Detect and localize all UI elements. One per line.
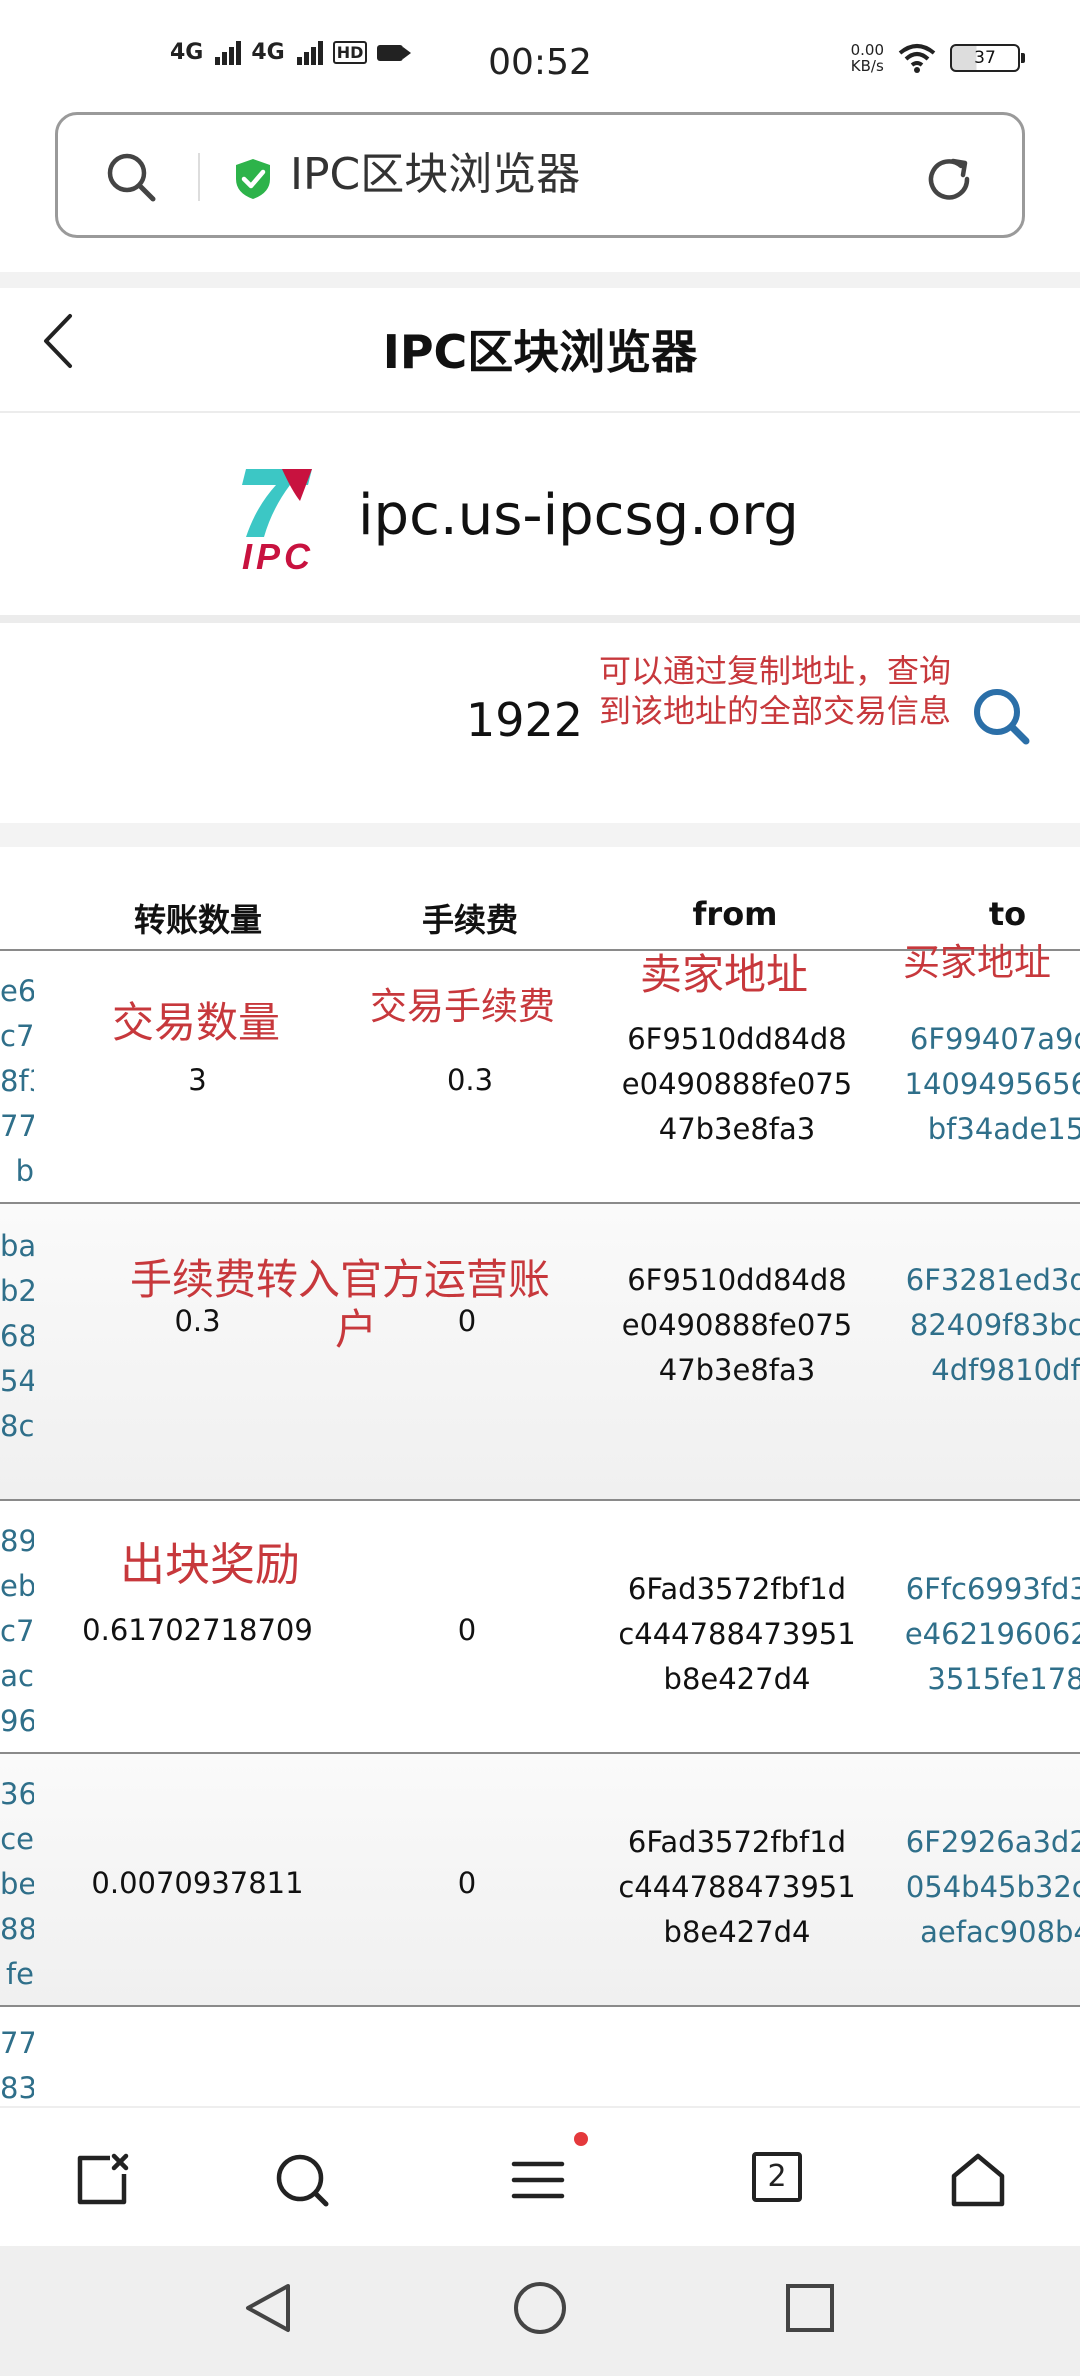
tx-hash[interactable]: 77 83 bbox=[0, 2021, 34, 2111]
url-divider bbox=[198, 153, 200, 201]
status-bar: 4G 4G HD 00:52 0.00 KB/s 37 bbox=[0, 0, 1080, 110]
to-address[interactable]: 6F2926a3d2b 054b45b32c0 aefac908b4 bbox=[886, 1820, 1080, 1955]
annotation-fee-official-2: 户 bbox=[335, 1305, 378, 1354]
from-address[interactable]: 6Fad3572fbf1d c444788473951 b8e427d4 bbox=[617, 1820, 857, 1955]
nav-home-icon[interactable] bbox=[510, 2278, 570, 2338]
search-icon[interactable] bbox=[103, 149, 159, 205]
annotation-search-note: 可以通过复制地址，查询到该地址的全部交易信息 bbox=[598, 652, 951, 730]
amount-cell: 0.0070937811 bbox=[91, 1866, 304, 1900]
nav-back-icon[interactable] bbox=[238, 2278, 298, 2338]
search-icon[interactable] bbox=[272, 2150, 332, 2210]
url-bar[interactable]: IPC区块浏览器 bbox=[55, 112, 1025, 238]
separator bbox=[0, 615, 1080, 623]
table-row[interactable]: 36 ce bef 88 fe 0.0070937811 0 6Fad3572f… bbox=[0, 1754, 1080, 2007]
page-header: IPC区块浏览器 bbox=[0, 288, 1080, 413]
shield-check-icon bbox=[236, 159, 270, 199]
tab-count-button[interactable]: 2 bbox=[752, 2152, 802, 2202]
annotation-seller: 卖家地址 bbox=[640, 950, 809, 999]
logo-band: IPC ipc.us-ipcsg.org bbox=[0, 413, 1080, 615]
annotation-amount: 交易数量 bbox=[112, 998, 281, 1047]
page-title: IPC区块浏览器 bbox=[382, 325, 698, 379]
search-band: 1922 可以通过复制地址，查询到该地址的全部交易信息 bbox=[0, 623, 1080, 823]
menu-icon[interactable] bbox=[508, 2150, 568, 2210]
wifi-icon bbox=[898, 44, 936, 73]
search-icon[interactable] bbox=[970, 685, 1032, 747]
system-nav-bar bbox=[0, 2246, 1080, 2376]
network-speed: 0.00 KB/s bbox=[851, 42, 884, 74]
annotation-block-reward: 出块奖励 bbox=[120, 1538, 301, 1591]
column-header-to: to bbox=[988, 895, 1027, 933]
to-address[interactable]: 6F99407a9df 14094956568 bf34ade15 bbox=[886, 1017, 1080, 1152]
speed-unit: KB/s bbox=[850, 57, 884, 75]
notification-dot bbox=[574, 2132, 588, 2146]
status-right: 0.00 KB/s 37 bbox=[851, 42, 1025, 74]
tx-hash[interactable]: 89 eb c7 ac 96 bbox=[0, 1519, 34, 1744]
home-icon[interactable] bbox=[948, 2150, 1008, 2210]
reload-icon[interactable] bbox=[921, 151, 977, 207]
tx-hash[interactable]: ba b2 68f 54 8c bbox=[0, 1224, 34, 1449]
close-tab-icon[interactable] bbox=[72, 2150, 132, 2210]
to-address[interactable]: 6F3281ed3d0 82409f83bc5 4df9810df bbox=[886, 1258, 1080, 1393]
site-domain: ipc.us-ipcsg.org bbox=[358, 483, 799, 548]
battery-icon: 37 bbox=[950, 44, 1025, 72]
tx-hash[interactable]: 36 ce bef 88 fe bbox=[0, 1772, 34, 1997]
annotation-buyer: 买家地址 bbox=[903, 941, 1051, 984]
column-header-fee: 手续费 bbox=[421, 901, 518, 939]
amount-cell: 3 bbox=[188, 1063, 207, 1097]
ipc-logo-text: IPC bbox=[242, 536, 314, 576]
table-row[interactable]: ba b2 68f 54 8c 0.3 0 6F9510dd84d8 e0490… bbox=[0, 1204, 1080, 1501]
nav-recents-icon[interactable] bbox=[780, 2278, 840, 2338]
from-address[interactable]: 6F9510dd84d8 e0490888fe075 47b3e8fa3 bbox=[617, 1258, 857, 1393]
fee-cell: 0 bbox=[457, 1613, 477, 1647]
separator bbox=[0, 823, 1080, 847]
fee-cell: 0.3 bbox=[446, 1063, 494, 1097]
table-row[interactable]: 77 83 bbox=[0, 2007, 1080, 2106]
annotation-fee: 交易手续费 bbox=[370, 985, 555, 1028]
tx-hash[interactable]: e6 c7 8f3 77 b bbox=[0, 969, 34, 1194]
fee-cell: 0 bbox=[457, 1304, 477, 1338]
from-address[interactable]: 6Fad3572fbf1d c444788473951 b8e427d4 bbox=[617, 1567, 857, 1702]
annotation-fee-official-1: 手续费转入官方运营账 bbox=[130, 1255, 551, 1304]
url-title[interactable]: IPC区块浏览器 bbox=[290, 145, 580, 205]
column-header-from: from bbox=[692, 895, 778, 933]
table-header: 转账数量 手续费 from to bbox=[0, 847, 1080, 951]
amount-cell: 0.61702718709 bbox=[82, 1613, 313, 1647]
speed-value: 0.00 bbox=[850, 41, 884, 59]
fee-cell: 0 bbox=[457, 1866, 477, 1900]
to-address[interactable]: 6Ffc6993fd35 e462196062b 3515fe178 bbox=[886, 1567, 1080, 1702]
ipc-logo: IPC bbox=[242, 469, 314, 576]
block-number[interactable]: 1922 bbox=[466, 693, 583, 747]
from-address[interactable]: 6F9510dd84d8 e0490888fe075 47b3e8fa3 bbox=[617, 1017, 857, 1152]
column-header-amount: 转账数量 bbox=[133, 901, 262, 939]
separator bbox=[0, 272, 1080, 288]
amount-cell: 0.3 bbox=[174, 1304, 221, 1338]
browser-toolbar: 2 bbox=[0, 2106, 1080, 2246]
